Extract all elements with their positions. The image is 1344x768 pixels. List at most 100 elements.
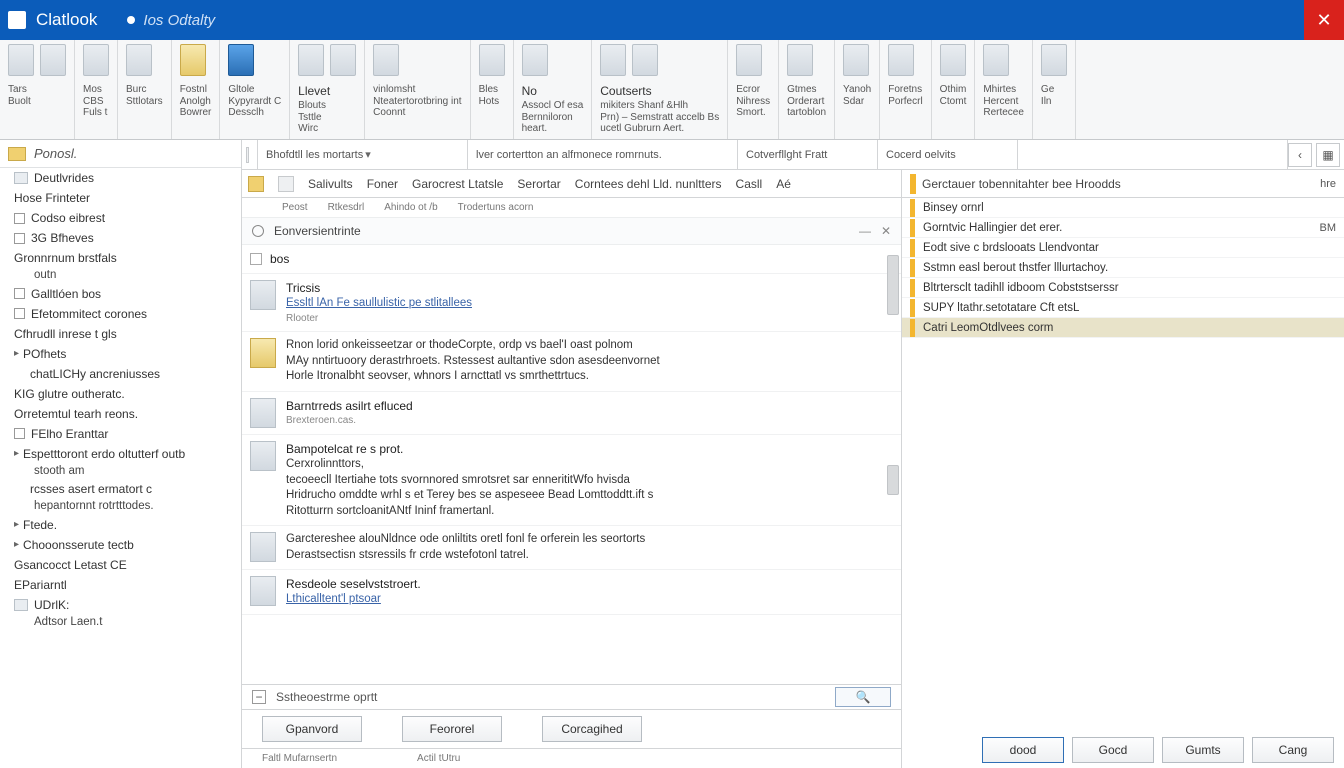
checkbox[interactable] <box>14 428 25 439</box>
sidebar-item[interactable]: Gsancocct Letast CE <box>0 555 241 575</box>
footer-button[interactable]: Cang <box>1252 737 1334 763</box>
reading-item[interactable]: Catri LeomOtdlvees corm <box>902 318 1344 338</box>
sidebar-item[interactable]: Galltlóen bos <box>0 284 241 304</box>
scrollbar[interactable] <box>887 245 899 684</box>
minus-icon[interactable]: − <box>252 690 266 704</box>
message-item[interactable]: Rnon lorid onkeisseetzar or thodeCorpte,… <box>242 332 901 392</box>
sidebar-item[interactable]: Hose Frinteter <box>0 188 241 208</box>
search-button[interactable]: 🔍 <box>835 687 891 707</box>
tab[interactable]: Aé <box>776 177 791 191</box>
tab-icon[interactable] <box>248 176 264 192</box>
sidebar-item[interactable]: KIG glutre outheratc. <box>0 384 241 404</box>
sidebar-header[interactable]: Ponosl. <box>0 140 241 168</box>
sidebar-item[interactable]: UDrlK: <box>0 595 241 615</box>
sidebar-item[interactable]: Deutlvrides <box>0 168 241 188</box>
nav-grid-button[interactable]: ▦ <box>1316 143 1340 167</box>
filter-seg-3[interactable]: Cotverfllght Fratt <box>738 140 878 169</box>
checkbox[interactable] <box>14 288 25 299</box>
action-button[interactable]: Feororel <box>402 716 502 742</box>
message-item[interactable]: TricsisEssltl lAn Fe saullulistic pe stl… <box>242 274 901 332</box>
sidebar-item[interactable]: Orretemtul tearh reons. <box>0 404 241 424</box>
flag-icon <box>910 174 916 194</box>
message-item[interactable]: bos <box>242 245 901 274</box>
reading-item[interactable]: Bltrtersclt tadihll idboom Cobststserssr <box>902 278 1344 298</box>
ribbon-button-icon[interactable] <box>126 44 152 76</box>
filter-seg-2[interactable]: lver cortertton an alfmonece romrnuts. <box>468 140 738 169</box>
ribbon-button-icon[interactable] <box>373 44 399 76</box>
sidebar-item[interactable]: FElho Eranttar <box>0 424 241 444</box>
group-header[interactable]: Eonversientrinte —✕ <box>242 218 901 245</box>
tab[interactable]: Salivults <box>308 177 353 191</box>
sidebar-item[interactable]: ▸POfhets <box>0 344 241 364</box>
message-link[interactable]: Essltl lAn Fe saullulistic pe stlitallee… <box>286 296 893 312</box>
reading-item[interactable]: Binsey ornrl <box>902 198 1344 218</box>
ribbon-button-icon[interactable] <box>736 44 762 76</box>
message-link[interactable]: Lthicalltent'l ptsoar <box>286 592 893 608</box>
sidebar-item[interactable]: Cfhrudll inrese t gls <box>0 324 241 344</box>
ribbon-button-icon[interactable] <box>40 44 66 76</box>
checkbox[interactable] <box>14 213 25 224</box>
footer-button[interactable]: dood <box>982 737 1064 763</box>
checkbox[interactable] <box>14 233 25 244</box>
column-header[interactable]: Peost <box>282 202 308 213</box>
footer-button[interactable]: Gocd <box>1072 737 1154 763</box>
ribbon-button-icon[interactable] <box>479 44 505 76</box>
sidebar-item[interactable]: Gronnrnum brstfals <box>0 248 241 268</box>
tab[interactable]: Casll <box>736 177 763 191</box>
window-close-icon[interactable]: ✕ <box>881 224 891 238</box>
tab-icon[interactable] <box>278 176 294 192</box>
collapse-bar[interactable]: − Sstheoestrme oprtt 🔍 <box>242 684 901 710</box>
footer-button[interactable]: Gumts <box>1162 737 1244 763</box>
sidebar-item[interactable]: ▸Chooonsserute tectb <box>0 535 241 555</box>
ribbon-button-icon[interactable] <box>180 44 206 76</box>
list-icon[interactable] <box>246 147 249 163</box>
ribbon-button-icon[interactable] <box>330 44 356 76</box>
reading-item[interactable]: Sstmn easl berout thstfer lllurtachoy. <box>902 258 1344 278</box>
message-item[interactable]: Resdeole seselvststroert.Lthicalltent'l … <box>242 570 901 615</box>
filter-seg-1[interactable]: Bhofdtll les mortarts▾ <box>258 140 468 169</box>
reading-item[interactable]: Eodt sive c brdslooats Llendvontar <box>902 238 1344 258</box>
ribbon-button-icon[interactable] <box>632 44 658 76</box>
ribbon-button-icon[interactable] <box>787 44 813 76</box>
tab[interactable]: Garocrest Ltatsle <box>412 177 503 191</box>
tab[interactable]: Foner <box>367 177 398 191</box>
minimize-icon[interactable]: — <box>859 224 871 238</box>
sidebar-item[interactable]: EPariarntl <box>0 575 241 595</box>
sidebar-item-label: Efetommitect corones <box>31 307 147 321</box>
sidebar-item[interactable]: ▸Ftede. <box>0 515 241 535</box>
close-button[interactable]: ✕ <box>1304 0 1344 40</box>
ribbon-button-icon[interactable] <box>888 44 914 76</box>
sidebar-item[interactable]: 3G Bfheves <box>0 228 241 248</box>
tab[interactable]: Corntees dehl Lld. nunltters <box>575 177 722 191</box>
reading-item[interactable]: SUPY ltathr.setotatare Cft etsL <box>902 298 1344 318</box>
nav-prev-button[interactable]: ‹ <box>1288 143 1312 167</box>
sidebar-item[interactable]: Efetommitect corones <box>0 304 241 324</box>
column-header[interactable]: Rtkesdrl <box>328 202 365 213</box>
ribbon-button-icon[interactable] <box>1041 44 1067 76</box>
ribbon-button-icon[interactable] <box>940 44 966 76</box>
ribbon-button-icon[interactable] <box>8 44 34 76</box>
message-item[interactable]: Bampotelcat re s prot.Cerxrolinnttors,te… <box>242 435 901 526</box>
message-item[interactable]: Garctereshee alouNldnce ode onliltits or… <box>242 526 901 570</box>
ribbon-button-icon[interactable] <box>522 44 548 76</box>
sidebar-item[interactable]: ▸Espetttoront erdo oltutterf outb <box>0 444 241 464</box>
sidebar-item[interactable]: chatLICHy ancreniusses <box>0 364 241 384</box>
action-button[interactable]: Gpanvord <box>262 716 362 742</box>
sidebar-item[interactable]: Codso eibrest <box>0 208 241 228</box>
ribbon-button-icon[interactable] <box>228 44 254 76</box>
reading-item[interactable]: Gorntvic Hallingier det erer.BM <box>902 218 1344 238</box>
checkbox[interactable] <box>14 308 25 319</box>
action-button[interactable]: Corcagihed <box>542 716 642 742</box>
tab[interactable]: Serortar <box>517 177 560 191</box>
message-item[interactable]: Barntrreds asilrt eflucedBrexteroen.cas. <box>242 392 901 435</box>
ribbon-button-icon[interactable] <box>600 44 626 76</box>
column-header[interactable]: Trodertuns acorn <box>458 202 534 213</box>
column-header[interactable]: Ahindo ot /b <box>384 202 437 213</box>
checkbox[interactable] <box>250 253 262 265</box>
filter-seg-4[interactable]: Cocerd oelvits <box>878 140 1018 169</box>
ribbon-button-icon[interactable] <box>298 44 324 76</box>
ribbon-button-icon[interactable] <box>83 44 109 76</box>
ribbon-button-icon[interactable] <box>843 44 869 76</box>
sidebar-item[interactable]: rcsses asert ermatort c <box>0 479 241 499</box>
ribbon-button-icon[interactable] <box>983 44 1009 76</box>
